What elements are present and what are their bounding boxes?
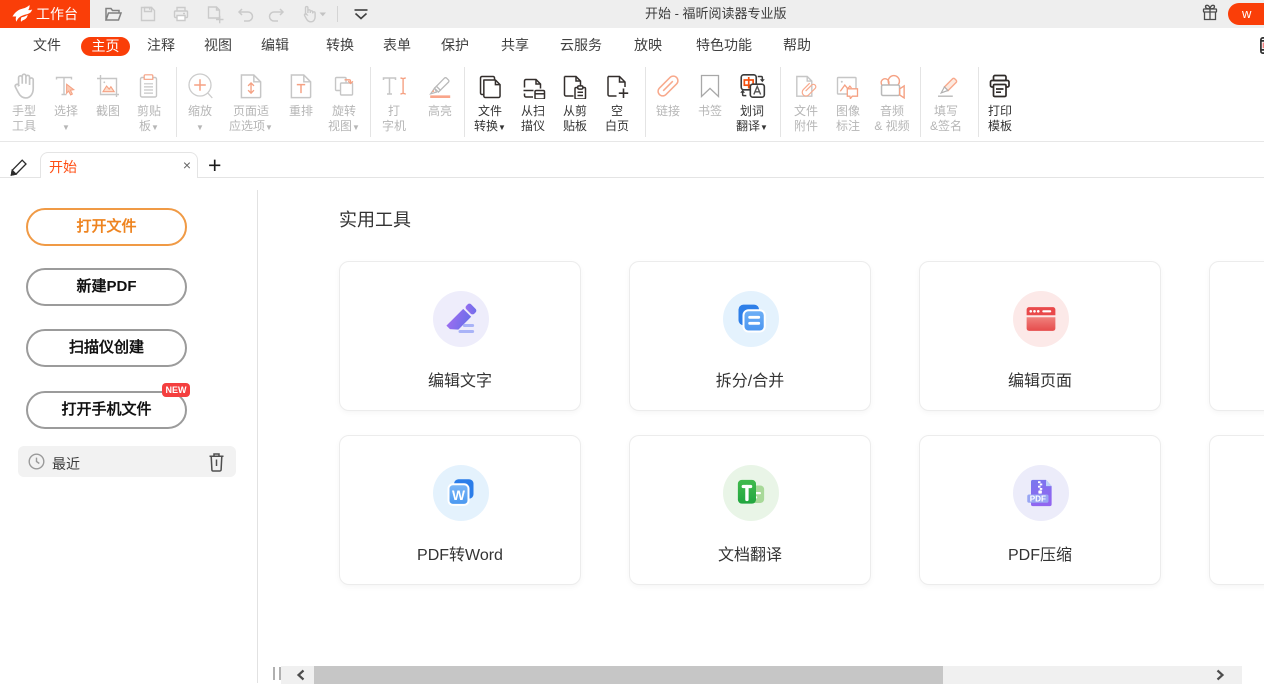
svg-text:PDF: PDF: [1030, 494, 1046, 503]
svg-text:W: W: [452, 488, 465, 503]
